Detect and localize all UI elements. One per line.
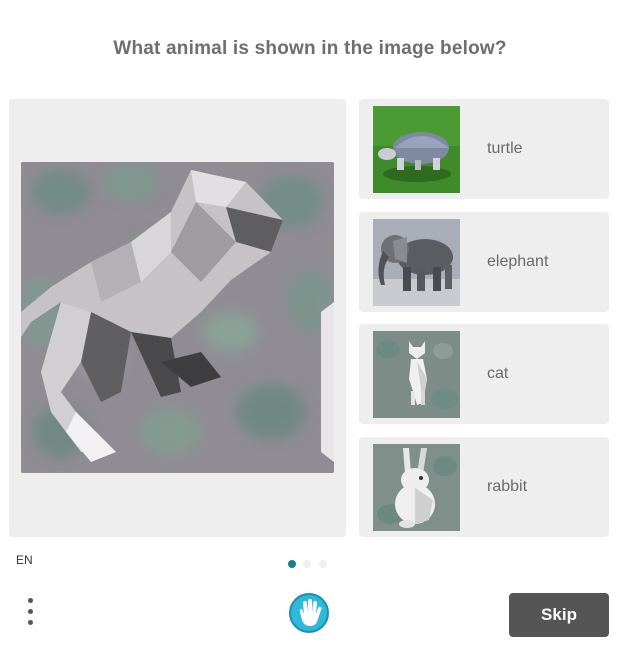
- option-cat[interactable]: cat: [359, 324, 609, 424]
- page-dot-1: [288, 560, 296, 568]
- menu-button[interactable]: [22, 597, 40, 629]
- challenge-image-panel: [9, 99, 346, 537]
- option-turtle[interactable]: turtle: [359, 99, 609, 199]
- cat-thumbnail: [373, 331, 460, 418]
- captcha-widget: What animal is shown in the image below?: [0, 0, 620, 645]
- turtle-thumbnail: [373, 106, 460, 193]
- option-label: cat: [487, 365, 509, 382]
- hand-logo-icon: [288, 592, 330, 634]
- challenge-image: [21, 162, 334, 473]
- skip-button[interactable]: Skip: [509, 593, 609, 637]
- page-dot-2: [303, 560, 312, 568]
- option-label: turtle: [487, 140, 523, 157]
- page-dot-3: [318, 560, 327, 568]
- option-label: rabbit: [487, 478, 528, 495]
- ellipsis-dot: [28, 620, 33, 625]
- challenge-prompt: What animal is shown in the image below?: [113, 38, 507, 59]
- rabbit-thumbnail: [373, 444, 460, 531]
- option-label: elephant: [487, 253, 549, 270]
- elephant-thumbnail: [373, 219, 460, 306]
- ellipsis-dot: [28, 609, 33, 614]
- vertical-ellipsis-icon: [28, 598, 33, 603]
- language-selector[interactable]: EN: [16, 553, 33, 567]
- option-rabbit[interactable]: rabbit: [359, 437, 609, 537]
- option-elephant[interactable]: elephant: [359, 212, 609, 312]
- page-indicator: [288, 555, 330, 573]
